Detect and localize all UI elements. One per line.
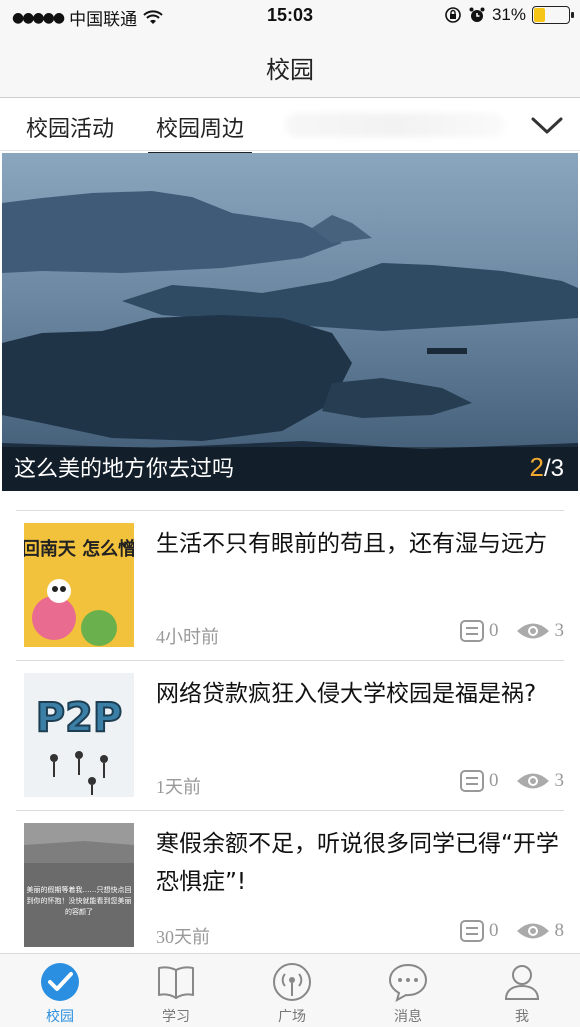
eye-icon <box>516 623 549 639</box>
news-item[interactable]: 回南天 怎么憎 生活不只有眼前的苟且，还有湿与远方 4小时前 0 3 <box>16 510 564 660</box>
news-stats: 0 3 <box>459 619 564 643</box>
news-item[interactable]: 美丽的假期等着我……只想快点回到你的怀抱！没快就能看到您美丽的容颜了 寒假余额不… <box>16 810 564 960</box>
view-count: 3 <box>554 620 565 641</box>
tabbar-label: 广场 <box>278 1009 306 1025</box>
comment-count: 0 <box>489 770 499 791</box>
chat-bubble-icon <box>388 963 428 1002</box>
comment-icon <box>460 920 484 942</box>
person-icon <box>504 965 540 1000</box>
thumb-image-1: 回南天 怎么憎 <box>24 523 134 647</box>
news-time: 4小时前 <box>156 627 219 647</box>
tabbar-messages[interactable]: 消息 <box>350 954 466 1027</box>
status-right: 31% <box>444 5 574 25</box>
bottom-tab-bar: 校园 学习 广场 消息 我 <box>0 953 580 1027</box>
tabbar-label: 消息 <box>394 1009 422 1025</box>
blurred-tabs <box>285 113 505 137</box>
banner-image <box>2 153 578 491</box>
news-item[interactable]: P2P 网络贷款疯狂入侵大学校园是福是祸? 1天前 0 3 <box>16 660 564 810</box>
thumb-image-2: P2P <box>24 673 134 797</box>
comment-icon <box>460 770 484 792</box>
tabbar-label: 校园 <box>46 1009 74 1025</box>
battery-percent: 31% <box>491 5 526 24</box>
book-icon <box>158 966 194 999</box>
news-time: 30天前 <box>156 927 210 947</box>
news-stats: 0 3 <box>459 769 564 793</box>
banner-pager: 2/3 <box>530 452 564 483</box>
chevron-down-icon[interactable] <box>530 113 564 137</box>
pager-current: 2 <box>529 452 544 482</box>
tabbar-me[interactable]: 我 <box>464 954 580 1027</box>
news-thumbnail: 回南天 怎么憎 <box>24 523 134 647</box>
view-count: 3 <box>554 770 565 791</box>
pager-total: /3 <box>543 455 564 482</box>
news-title[interactable]: 寒假余额不足，听说很多同学已得“开学恐惧症”! <box>156 825 560 901</box>
thumb-image-3: 美丽的假期等着我……只想快点回到你的怀抱！没快就能看到您美丽的容颜了 <box>24 823 134 947</box>
tabbar-label: 学习 <box>162 1009 190 1025</box>
banner-caption[interactable]: 这么美的地方你去过吗 <box>14 451 234 483</box>
news-title[interactable]: 生活不只有眼前的苟且，还有湿与远方 <box>156 525 560 563</box>
navigation-bar: 校园 <box>0 32 580 98</box>
battery-icon <box>532 6 574 24</box>
page-title: 校园 <box>266 56 314 84</box>
news-thumbnail: 美丽的假期等着我……只想快点回到你的怀抱！没快就能看到您美丽的容颜了 <box>24 823 134 947</box>
tab-campus-nearby[interactable]: 校园周边 <box>147 111 253 155</box>
tabbar-study[interactable]: 学习 <box>118 954 234 1027</box>
rotation-lock-icon <box>445 7 461 23</box>
check-circle-icon <box>41 963 79 1001</box>
banner-carousel[interactable]: 这么美的地方你去过吗 2/3 <box>2 153 578 491</box>
comment-icon <box>460 620 484 642</box>
tabbar-square[interactable]: 广场 <box>234 954 350 1027</box>
comment-count: 0 <box>489 920 499 941</box>
comment-count: 0 <box>489 620 499 641</box>
eye-icon <box>516 923 549 939</box>
news-stats: 0 8 <box>459 919 564 943</box>
alarm-icon <box>469 7 485 22</box>
status-bar: ●●●●● 中国联通 15:03 31% <box>0 0 580 32</box>
news-time: 1天前 <box>156 777 201 797</box>
broadcast-icon <box>273 963 311 1001</box>
category-tabs: 校园活动 校园周边 <box>0 99 580 155</box>
thumb-caption: 美丽的假期等着我……只想快点回到你的怀抱！没快就能看到您美丽的容颜了 <box>26 886 132 916</box>
news-thumbnail: P2P <box>24 673 134 797</box>
battery-fill <box>534 8 545 22</box>
tabbar-campus[interactable]: 校园 <box>2 954 118 1027</box>
eye-icon <box>516 773 549 789</box>
thumb-caption: 回南天 怎么憎 <box>24 538 134 560</box>
news-title[interactable]: 网络贷款疯狂入侵大学校园是福是祸? <box>156 675 560 713</box>
thumb-caption: P2P <box>36 695 122 741</box>
tab-campus-activity[interactable]: 校园活动 <box>26 111 114 143</box>
view-count: 8 <box>554 920 565 941</box>
tabbar-label: 我 <box>515 1009 529 1025</box>
